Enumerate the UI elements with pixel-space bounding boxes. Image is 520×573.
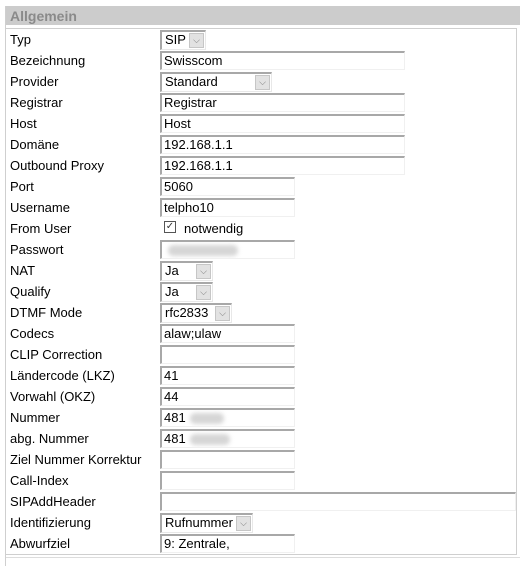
label-call-index: Call-Index <box>10 473 69 488</box>
row-nat: NAT Ja ⌵ <box>6 260 516 281</box>
passwort-input[interactable] <box>160 240 295 259</box>
row-vorwahl: Vorwahl (OKZ) 44 <box>6 386 516 407</box>
nat-select-value: Ja <box>165 263 179 278</box>
redacted-value <box>168 245 238 257</box>
label-provider: Provider <box>10 74 59 89</box>
label-domaene: Domäne <box>10 137 60 152</box>
bezeichnung-input[interactable]: Swisscom <box>160 51 405 70</box>
username-input[interactable]: telpho10 <box>160 198 295 217</box>
ziel-nummer-korrektur-input[interactable] <box>160 450 295 469</box>
label-port: Port <box>10 179 34 194</box>
row-provider: Provider Standard ⌵ <box>6 71 516 92</box>
chevron-down-icon[interactable]: ⌵ <box>255 75 270 90</box>
row-codecs: Codecs alaw;ulaw <box>6 323 516 344</box>
row-port: Port 5060 <box>6 176 516 197</box>
row-outbound-proxy: Outbound Proxy 192.168.1.1 <box>6 155 516 176</box>
label-outbound-proxy: Outbound Proxy <box>10 158 104 173</box>
row-ziel-nummer-korrektur: Ziel Nummer Korrektur <box>6 449 516 470</box>
sip-add-header-input[interactable] <box>160 492 516 511</box>
row-registrar: Registrar Registrar <box>6 92 516 113</box>
row-username: Username telpho10 <box>6 197 516 218</box>
row-sip-add-header: SIPAddHeader <box>6 491 516 512</box>
call-index-input[interactable] <box>160 471 295 490</box>
dtmf-mode-select[interactable]: rfc2833 ⌵ <box>160 303 232 323</box>
row-passwort: Passwort <box>6 239 516 260</box>
label-abg-nummer: abg. Nummer <box>10 431 89 446</box>
qualify-select-value: Ja <box>165 284 179 299</box>
row-qualify: Qualify Ja ⌵ <box>6 281 516 302</box>
row-dtmf-mode: DTMF Mode rfc2833 ⌵ <box>6 302 516 323</box>
label-passwort: Passwort <box>10 242 64 257</box>
from-user-checkbox[interactable]: ✓ <box>164 221 176 233</box>
nat-select[interactable]: Ja ⌵ <box>160 261 213 281</box>
chevron-down-icon[interactable]: ⌵ <box>189 33 204 48</box>
label-registrar: Registrar <box>10 95 63 110</box>
identifizierung-select[interactable]: Rufnummer ⌵ <box>160 513 253 533</box>
provider-select-value: Standard <box>165 74 218 89</box>
registrar-input[interactable]: Registrar <box>160 93 405 112</box>
row-bezeichnung: Bezeichnung Swisscom <box>6 50 516 71</box>
label-abwurfziel: Abwurfziel <box>10 536 70 551</box>
redacted-value <box>189 434 230 446</box>
nummer-value: 481 <box>164 410 186 425</box>
label-from-user: From User <box>10 221 72 236</box>
row-host: Host Host <box>6 113 516 134</box>
host-input[interactable]: Host <box>160 114 405 133</box>
provider-select[interactable]: Standard ⌵ <box>160 72 272 92</box>
outbound-proxy-input[interactable]: 192.168.1.1 <box>160 156 405 175</box>
row-identifizierung: Identifizierung Rufnummer ⌵ <box>6 512 516 533</box>
laendercode-input[interactable]: 41 <box>160 366 295 385</box>
redacted-value <box>189 413 224 425</box>
chevron-down-icon[interactable]: ⌵ <box>236 516 251 531</box>
row-nummer: Nummer 481 <box>6 407 516 428</box>
typ-select[interactable]: SIP ⌵ <box>160 30 206 50</box>
label-clip-correction: CLIP Correction <box>10 347 103 362</box>
label-username: Username <box>10 200 70 215</box>
label-laendercode: Ländercode (LKZ) <box>10 368 115 383</box>
vorwahl-input[interactable]: 44 <box>160 387 295 406</box>
port-input[interactable]: 5060 <box>160 177 295 196</box>
section-header: Allgemein <box>6 6 520 25</box>
domaene-input[interactable]: 192.168.1.1 <box>160 135 405 154</box>
row-abwurfziel: Abwurfziel 9: Zentrale, <box>6 533 516 554</box>
abg-nummer-input[interactable]: 481 <box>160 429 295 448</box>
identifizierung-select-value: Rufnummer <box>165 515 233 530</box>
label-identifizierung: Identifizierung <box>10 515 91 530</box>
label-nat: NAT <box>10 263 36 278</box>
label-sip-add-header: SIPAddHeader <box>10 494 96 509</box>
label-bezeichnung: Bezeichnung <box>10 53 86 68</box>
from-user-checkbox-label: notwendig <box>184 221 244 236</box>
row-typ: Typ SIP ⌵ <box>6 29 516 50</box>
label-typ: Typ <box>10 32 31 47</box>
dtmf-mode-select-value: rfc2833 <box>165 305 209 320</box>
row-abg-nummer: abg. Nummer 481 <box>6 428 516 449</box>
row-call-index: Call-Index <box>6 470 516 491</box>
row-clip-correction: CLIP Correction <box>6 344 516 365</box>
nummer-input[interactable]: 481 <box>160 408 295 427</box>
label-ziel-nummer-korrektur: Ziel Nummer Korrektur <box>10 452 142 467</box>
divider <box>6 557 520 558</box>
clip-correction-input[interactable] <box>160 345 295 364</box>
row-from-user: From User ✓ notwendig <box>6 218 516 239</box>
chevron-down-icon[interactable]: ⌵ <box>196 285 211 300</box>
codecs-input[interactable]: alaw;ulaw <box>160 324 295 343</box>
label-vorwahl: Vorwahl (OKZ) <box>10 389 96 404</box>
abg-nummer-value: 481 <box>164 431 186 446</box>
abwurfziel-input[interactable]: 9: Zentrale, <box>160 534 295 553</box>
label-qualify: Qualify <box>10 284 51 299</box>
chevron-down-icon[interactable]: ⌵ <box>196 264 211 279</box>
qualify-select[interactable]: Ja ⌵ <box>160 282 213 302</box>
row-domaene: Domäne 192.168.1.1 <box>6 134 516 155</box>
form-general: Typ SIP ⌵ Bezeichnung Swisscom Provider … <box>6 28 517 555</box>
row-laendercode: Ländercode (LKZ) 41 <box>6 365 516 386</box>
label-codecs: Codecs <box>10 326 55 341</box>
typ-select-value: SIP <box>165 32 186 47</box>
label-host: Host <box>10 116 37 131</box>
chevron-down-icon[interactable]: ⌵ <box>215 306 230 321</box>
label-nummer: Nummer <box>10 410 60 425</box>
label-dtmf-mode: DTMF Mode <box>10 305 83 320</box>
